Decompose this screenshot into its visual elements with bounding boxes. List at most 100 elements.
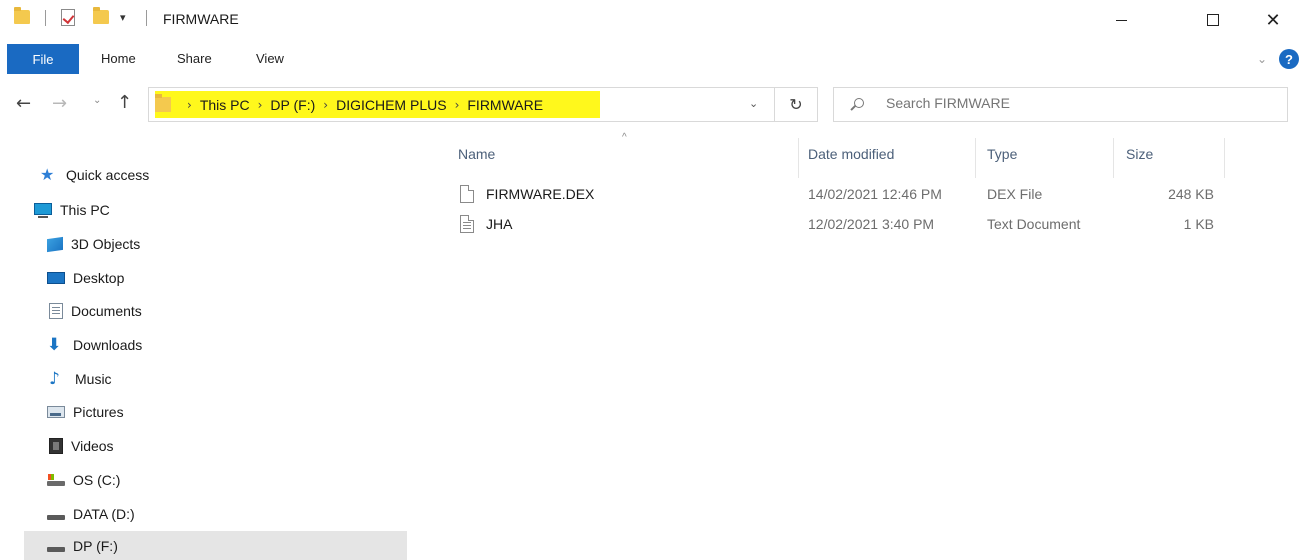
- ribbon-tabs: File Home Share View ⌄ ?: [0, 44, 1309, 74]
- minimize-icon: [1115, 19, 1127, 21]
- quick-access-separator: [45, 10, 46, 26]
- title-separator: [146, 10, 147, 26]
- downloads-icon: ⬇: [47, 335, 62, 355]
- file-type: DEX File: [987, 186, 1043, 202]
- breadcrumb-separator[interactable]: ›: [187, 98, 192, 112]
- 3d-objects-icon: [47, 236, 63, 252]
- sidebar-item-quick-access[interactable]: ★ Quick access: [40, 160, 149, 190]
- tab-home[interactable]: Home: [101, 51, 136, 66]
- help-icon[interactable]: ?: [1279, 49, 1299, 69]
- minimize-button[interactable]: [1098, 0, 1144, 40]
- column-divider[interactable]: [798, 138, 799, 178]
- sidebar-item-label: Pictures: [73, 404, 124, 420]
- folder-icon: [155, 94, 171, 112]
- file-type: Text Document: [987, 216, 1081, 232]
- file-date-modified: 14/02/2021 12:46 PM: [808, 186, 942, 202]
- table-row[interactable]: JHA 12/02/2021 3:40 PM Text Document 1 K…: [458, 212, 1238, 240]
- file-size: 248 KB: [1168, 186, 1214, 202]
- tab-file[interactable]: File: [7, 44, 79, 74]
- sort-ascending-icon: ^: [622, 132, 627, 143]
- sidebar-item-os-c[interactable]: OS (C:): [47, 465, 120, 495]
- pictures-icon: [47, 406, 65, 418]
- back-button[interactable]: ←: [16, 93, 31, 114]
- search-input[interactable]: [886, 95, 1266, 111]
- music-icon: ♪: [49, 369, 60, 389]
- file-date-modified: 12/02/2021 3:40 PM: [808, 216, 935, 232]
- breadcrumb-firmware[interactable]: FIRMWARE: [467, 97, 543, 113]
- sidebar-item-label: Music: [75, 371, 112, 387]
- column-header-date-modified[interactable]: Date modified: [808, 146, 894, 162]
- refresh-button[interactable]: ↻: [775, 87, 818, 122]
- address-row: ← → ⌄ ↑ › This PC › DP (F:) › DIGICHEM P…: [0, 83, 1309, 125]
- new-folder-icon[interactable]: [93, 7, 109, 24]
- column-header-name[interactable]: Name: [458, 146, 495, 162]
- sidebar-item-videos[interactable]: Videos: [49, 431, 114, 461]
- recent-locations-dropdown[interactable]: ⌄: [93, 95, 101, 106]
- up-button[interactable]: ↑: [117, 92, 132, 113]
- maximize-button[interactable]: [1190, 0, 1236, 40]
- breadcrumb-separator[interactable]: ›: [323, 98, 328, 112]
- search-icon: [854, 98, 864, 108]
- sidebar-item-label: Documents: [71, 303, 142, 319]
- sidebar-item-label: Desktop: [73, 270, 125, 286]
- pc-icon: [34, 203, 52, 218]
- properties-icon[interactable]: [61, 9, 75, 26]
- window-title: FIRMWARE: [163, 11, 239, 27]
- sidebar-item-this-pc[interactable]: This PC: [34, 195, 110, 225]
- column-header-size[interactable]: Size: [1126, 146, 1153, 162]
- folder-icon: [14, 7, 30, 24]
- sidebar-item-label: Quick access: [66, 167, 150, 183]
- file-size: 1 KB: [1183, 216, 1214, 232]
- navigation-pane: ★ Quick access This PC 3D Objects Deskto…: [0, 150, 430, 560]
- table-row[interactable]: FIRMWARE.DEX 14/02/2021 12:46 PM DEX Fil…: [458, 182, 1238, 210]
- sidebar-item-dp-f[interactable]: DP (F:): [24, 531, 407, 560]
- sidebar-item-label: 3D Objects: [71, 236, 141, 252]
- refresh-icon: ↻: [789, 95, 803, 114]
- close-icon: ✕: [1265, 9, 1281, 31]
- sidebar-item-downloads[interactable]: ⬇ Downloads: [47, 330, 142, 360]
- close-button[interactable]: ✕: [1250, 0, 1296, 40]
- sidebar-item-desktop[interactable]: Desktop: [47, 263, 124, 293]
- search-box[interactable]: [833, 87, 1288, 122]
- customize-quick-access-dropdown[interactable]: ▾: [120, 11, 126, 24]
- column-divider[interactable]: [1224, 138, 1225, 178]
- sidebar-item-music[interactable]: ♪ Music: [49, 364, 112, 394]
- column-header-type[interactable]: Type: [987, 146, 1017, 162]
- file-name: FIRMWARE.DEX: [486, 186, 595, 202]
- star-icon: ★: [40, 165, 55, 184]
- videos-icon: [49, 438, 63, 454]
- drive-icon: [47, 508, 65, 520]
- sidebar-item-label: DP (F:): [73, 538, 118, 554]
- desktop-icon: [47, 272, 65, 284]
- sidebar-item-data-d[interactable]: DATA (D:): [47, 499, 135, 529]
- address-bar[interactable]: › This PC › DP (F:) › DIGICHEM PLUS › FI…: [148, 87, 775, 122]
- sidebar-item-label: Videos: [71, 438, 114, 454]
- breadcrumb-digichem-plus[interactable]: DIGICHEM PLUS: [336, 97, 446, 113]
- text-file-icon: [460, 215, 474, 233]
- sidebar-item-label: Downloads: [73, 337, 143, 353]
- forward-button[interactable]: →: [52, 93, 67, 114]
- breadcrumb-dp-drive[interactable]: DP (F:): [270, 97, 315, 113]
- breadcrumb: › This PC › DP (F:) › DIGICHEM PLUS › FI…: [155, 91, 600, 118]
- breadcrumb-this-pc[interactable]: This PC: [200, 97, 250, 113]
- breadcrumb-separator[interactable]: ›: [455, 98, 460, 112]
- sidebar-item-pictures[interactable]: Pictures: [47, 397, 124, 427]
- file-list: ^ Name Date modified Type Size FIRMWARE.…: [440, 130, 1309, 560]
- drive-icon: [47, 540, 65, 552]
- os-drive-icon: [47, 474, 65, 486]
- sidebar-item-label: This PC: [60, 202, 110, 218]
- address-history-dropdown[interactable]: ⌄: [749, 97, 758, 110]
- column-divider[interactable]: [975, 138, 976, 178]
- sidebar-item-label: OS (C:): [73, 472, 121, 488]
- column-divider[interactable]: [1113, 138, 1114, 178]
- file-name: JHA: [486, 216, 513, 232]
- documents-icon: [49, 303, 63, 319]
- tab-view[interactable]: View: [256, 51, 284, 66]
- file-icon: [460, 185, 474, 203]
- sidebar-item-3d-objects[interactable]: 3D Objects: [47, 229, 140, 259]
- breadcrumb-separator[interactable]: ›: [258, 98, 263, 112]
- tab-share[interactable]: Share: [177, 51, 212, 66]
- expand-ribbon-icon[interactable]: ⌄: [1257, 52, 1267, 66]
- sidebar-item-label: DATA (D:): [73, 506, 135, 522]
- sidebar-item-documents[interactable]: Documents: [49, 296, 142, 326]
